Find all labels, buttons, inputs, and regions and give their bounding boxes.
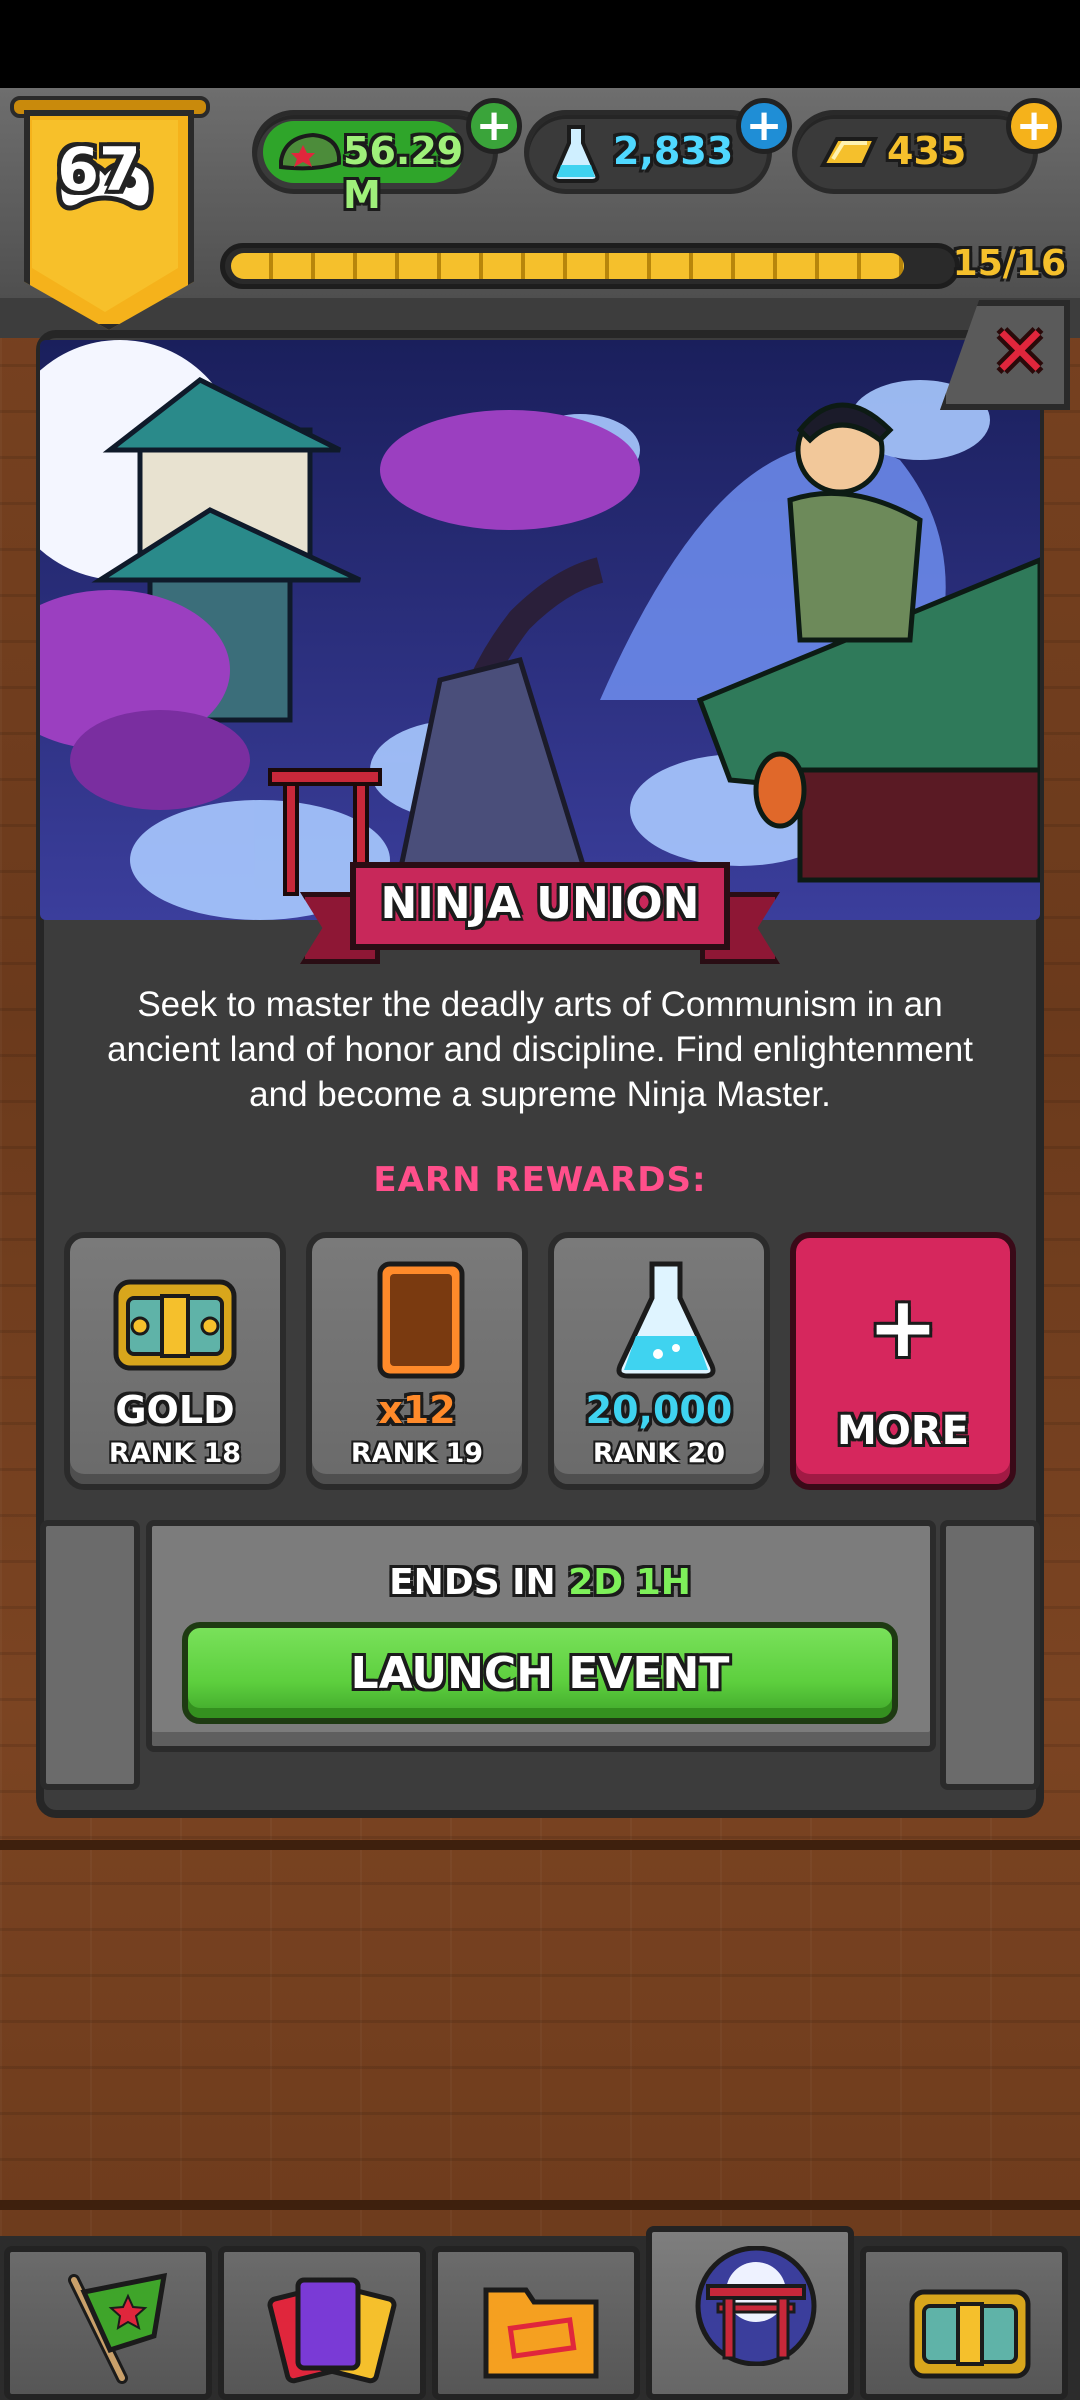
cards-icon xyxy=(267,2277,397,2384)
close-icon: ✕ xyxy=(990,311,1050,393)
plank-divider xyxy=(0,1840,1080,1850)
xp-progress-bar xyxy=(220,243,960,289)
nav-tab-events[interactable] xyxy=(646,2226,854,2400)
event-title: NINJA UNION xyxy=(380,878,700,929)
gold-counter[interactable]: 435 xyxy=(792,110,1038,194)
nav-tab-chests[interactable] xyxy=(860,2246,1068,2400)
close-button[interactable]: ✕ xyxy=(940,300,1070,410)
more-label: MORE xyxy=(837,1408,969,1454)
gold-bar-icon xyxy=(819,137,879,167)
add-science-button[interactable]: + xyxy=(736,98,792,154)
add-cash-button[interactable]: + xyxy=(466,98,522,154)
reward-card[interactable]: 20,000 RANK 20 xyxy=(548,1232,770,1490)
plus-icon: + xyxy=(867,1278,939,1376)
gold-value: 435 xyxy=(887,129,967,173)
flag-icon xyxy=(68,2272,168,2384)
ends-hours: 1H xyxy=(635,1562,691,1603)
flask-icon xyxy=(616,1261,716,1379)
nav-tab-folder[interactable] xyxy=(432,2246,640,2400)
earn-rewards-label: EARN REWARDS: xyxy=(373,1160,707,1200)
nav-tab-cards[interactable] xyxy=(218,2246,426,2400)
chest-icon xyxy=(909,2289,1031,2379)
xp-progress-fill xyxy=(231,253,904,279)
reward-value: x12 xyxy=(378,1388,456,1432)
reward-value: GOLD xyxy=(115,1388,235,1432)
army-cap-icon xyxy=(279,132,341,171)
plank-divider xyxy=(0,2200,1080,2210)
more-rewards-button[interactable]: + MORE xyxy=(790,1232,1016,1490)
frame-post-left xyxy=(40,1520,140,1790)
ends-days: 2D xyxy=(568,1562,624,1603)
card-icon xyxy=(377,1261,465,1379)
torii-gate-icon xyxy=(695,2246,817,2366)
bottom-nav xyxy=(0,2226,1080,2400)
status-bar xyxy=(0,0,1080,88)
nav-tab-flag[interactable] xyxy=(4,2246,212,2400)
reward-value: 20,000 xyxy=(585,1388,733,1432)
event-title-ribbon: NINJA UNION xyxy=(300,862,780,964)
xp-progress-label: 15/16 xyxy=(952,243,1066,284)
ends-in-label: ENDS IN xyxy=(389,1562,556,1603)
flask-icon xyxy=(552,125,600,183)
level-number: 67 xyxy=(57,135,141,205)
reward-rank: RANK 20 xyxy=(592,1438,726,1469)
gold-chest-icon xyxy=(113,1279,237,1371)
folder-icon xyxy=(483,2287,599,2379)
science-counter[interactable]: 2,833 xyxy=(524,110,772,194)
event-hero-illustration xyxy=(40,340,1040,920)
cash-counter[interactable]: 56.29 M xyxy=(252,110,498,217)
reward-rank: RANK 18 xyxy=(108,1438,242,1469)
frame-post-right xyxy=(940,1520,1040,1790)
launch-event-label: LAUNCH EVENT xyxy=(350,1648,730,1699)
science-value: 2,833 xyxy=(613,129,734,173)
event-timer: ENDS IN 2D 1H xyxy=(0,1562,1080,1603)
reward-card[interactable]: x12 RANK 19 xyxy=(306,1232,528,1490)
reward-card[interactable]: GOLD RANK 18 xyxy=(64,1232,286,1490)
add-gold-button[interactable]: + xyxy=(1006,98,1062,154)
event-description: Seek to master the deadly arts of Commun… xyxy=(107,985,973,1114)
launch-event-button[interactable]: LAUNCH EVENT xyxy=(182,1622,898,1724)
reward-rank: RANK 19 xyxy=(350,1438,484,1469)
